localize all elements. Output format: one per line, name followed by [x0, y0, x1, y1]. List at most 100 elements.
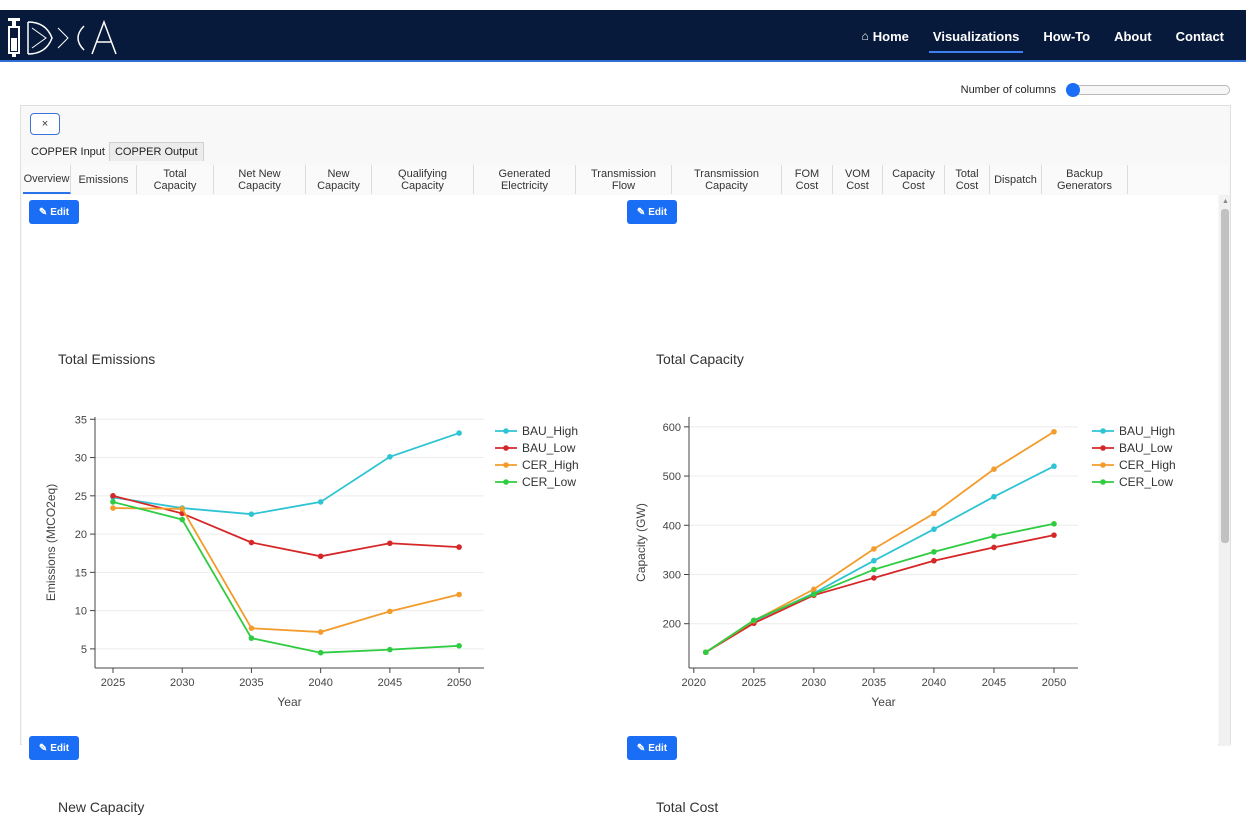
- data-point-CER_High[interactable]: [179, 506, 186, 512]
- legend-entry[interactable]: CER_Low: [522, 475, 576, 489]
- data-point-BAU_Low[interactable]: [991, 544, 997, 551]
- data-point-CER_Low[interactable]: [703, 649, 709, 656]
- data-point-CER_Low[interactable]: [179, 516, 186, 523]
- legend-entry[interactable]: BAU_High: [522, 424, 578, 438]
- nav-home[interactable]: ⌂ Home: [850, 10, 921, 62]
- x-tick-label: 2035: [239, 677, 263, 689]
- legend-entry[interactable]: CER_High: [1119, 458, 1176, 472]
- data-point-BAU_Low[interactable]: [387, 540, 393, 547]
- tab-transmission-flow[interactable]: Transmission Flow: [576, 165, 672, 194]
- data-point-CER_Low[interactable]: [871, 566, 877, 573]
- columns-slider[interactable]: [1066, 83, 1230, 97]
- data-point-BAU_High[interactable]: [871, 557, 877, 564]
- data-point-BAU_High[interactable]: [387, 453, 393, 460]
- tab-new-capacity[interactable]: New Capacity: [306, 165, 372, 194]
- x-tick-label: 2025: [101, 677, 125, 689]
- data-point-CER_Low[interactable]: [456, 643, 462, 649]
- data-point-CER_Low[interactable]: [991, 533, 997, 539]
- y-tick-label: 35: [75, 414, 87, 426]
- data-point-BAU_Low[interactable]: [110, 493, 116, 499]
- data-point-CER_Low[interactable]: [317, 649, 324, 656]
- chart-title: Total Cost: [656, 799, 719, 815]
- edit-button[interactable]: ✎ Edit: [29, 200, 79, 224]
- nav-how-to[interactable]: How-To: [1031, 10, 1102, 62]
- data-point-BAU_High[interactable]: [991, 493, 997, 500]
- data-point-BAU_High[interactable]: [248, 511, 255, 517]
- tab-dispatch[interactable]: Dispatch: [990, 165, 1042, 194]
- tab-backup-generators[interactable]: Backup Generators: [1042, 165, 1128, 194]
- data-point-CER_Low[interactable]: [248, 635, 255, 641]
- data-point-CER_High[interactable]: [991, 466, 997, 472]
- x-axis-label: Year: [871, 695, 895, 709]
- data-point-CER_Low[interactable]: [387, 646, 393, 653]
- data-point-BAU_Low[interactable]: [871, 575, 877, 581]
- y-tick-label: 20: [75, 529, 87, 541]
- nav-contact[interactable]: Contact: [1164, 10, 1236, 62]
- tab-copper-output[interactable]: COPPER Output: [108, 142, 204, 161]
- legend-marker: [503, 428, 509, 434]
- data-point-BAU_High[interactable]: [931, 526, 937, 533]
- columns-slider-handle[interactable]: [1066, 83, 1080, 97]
- edit-button[interactable]: ✎ Edit: [627, 736, 677, 760]
- series-line-BAU_High: [112, 432, 460, 516]
- data-point-BAU_Low[interactable]: [1051, 532, 1057, 538]
- tab-total-capacity[interactable]: Total Capacity: [137, 165, 214, 194]
- scrollbar-thumb[interactable]: [1221, 209, 1229, 543]
- data-point-CER_Low[interactable]: [110, 499, 116, 505]
- tab-net-new-capacity[interactable]: Net New Capacity: [214, 165, 306, 194]
- edit-button[interactable]: ✎ Edit: [29, 736, 79, 760]
- data-point-CER_High[interactable]: [931, 510, 937, 517]
- tab-total-cost[interactable]: Total Cost: [945, 165, 990, 194]
- data-point-CER_Low[interactable]: [931, 549, 937, 555]
- tab-copper-input[interactable]: COPPER Input: [27, 142, 109, 161]
- nav-about-label: About: [1114, 28, 1152, 44]
- tab-qualifying-capacity[interactable]: Qualifying Capacity: [372, 165, 474, 194]
- x-tick-label: 2040: [308, 677, 332, 689]
- data-point-CER_High[interactable]: [811, 586, 817, 593]
- tabs-level2: Overview Emissions Total Capacity Net New C…: [23, 165, 1228, 194]
- legend-marker: [1100, 479, 1106, 485]
- legend-entry[interactable]: CER_High: [522, 458, 579, 472]
- data-point-BAU_Low[interactable]: [456, 544, 462, 550]
- tab-transmission-capacity[interactable]: Transmission Capacity: [672, 165, 782, 194]
- close-button[interactable]: ×: [30, 113, 60, 135]
- chart-grid: ✎ Edit ✎ Edit Total Emissions Total Capa…: [22, 195, 1218, 815]
- edit-button[interactable]: ✎ Edit: [627, 200, 677, 224]
- nav-visualizations-label: Visualizations: [932, 28, 1020, 44]
- ideca-logo[interactable]: [6, 16, 126, 58]
- data-point-CER_High[interactable]: [110, 505, 116, 511]
- scroll-up-arrow-icon[interactable]: ▲: [1222, 198, 1229, 205]
- legend-marker: [503, 462, 509, 468]
- data-point-BAU_Low[interactable]: [931, 557, 937, 564]
- nav-about[interactable]: About: [1102, 10, 1164, 62]
- legend-entry[interactable]: BAU_High: [1119, 424, 1175, 438]
- data-point-BAU_High[interactable]: [1051, 463, 1057, 470]
- y-axis-label: Capacity (GW): [634, 503, 648, 582]
- data-point-CER_Low[interactable]: [1051, 520, 1057, 527]
- tab-capacity-cost[interactable]: Capacity Cost: [883, 165, 945, 194]
- data-point-CER_Low[interactable]: [751, 617, 757, 624]
- data-point-CER_High[interactable]: [1051, 428, 1057, 435]
- data-point-BAU_High[interactable]: [456, 430, 462, 436]
- data-point-CER_High[interactable]: [387, 608, 393, 615]
- data-point-BAU_Low[interactable]: [317, 553, 324, 560]
- tab-vom-cost[interactable]: VOM Cost: [833, 165, 883, 194]
- data-point-CER_High[interactable]: [317, 629, 324, 635]
- vertical-scrollbar[interactable]: ▲: [1219, 195, 1230, 746]
- data-point-BAU_High[interactable]: [317, 499, 324, 505]
- data-point-CER_Low[interactable]: [811, 591, 817, 597]
- data-point-CER_High[interactable]: [248, 625, 255, 632]
- nav-visualizations[interactable]: Visualizations: [921, 10, 1031, 62]
- legend-entry[interactable]: CER_Low: [1119, 475, 1173, 489]
- tab-generated-electricity[interactable]: Generated Electricity: [474, 165, 576, 194]
- y-tick-label: 30: [75, 453, 87, 465]
- data-point-CER_High[interactable]: [456, 591, 462, 598]
- legend-entry[interactable]: BAU_Low: [1119, 441, 1173, 455]
- tab-emissions[interactable]: Emissions: [71, 165, 137, 194]
- data-point-CER_High[interactable]: [871, 546, 877, 552]
- legend-entry[interactable]: BAU_Low: [522, 441, 576, 455]
- tab-fom-cost[interactable]: FOM Cost: [782, 165, 833, 194]
- data-point-BAU_Low[interactable]: [248, 539, 255, 546]
- tab-overview[interactable]: Overview: [23, 165, 71, 194]
- series-line-CER_High: [112, 507, 460, 633]
